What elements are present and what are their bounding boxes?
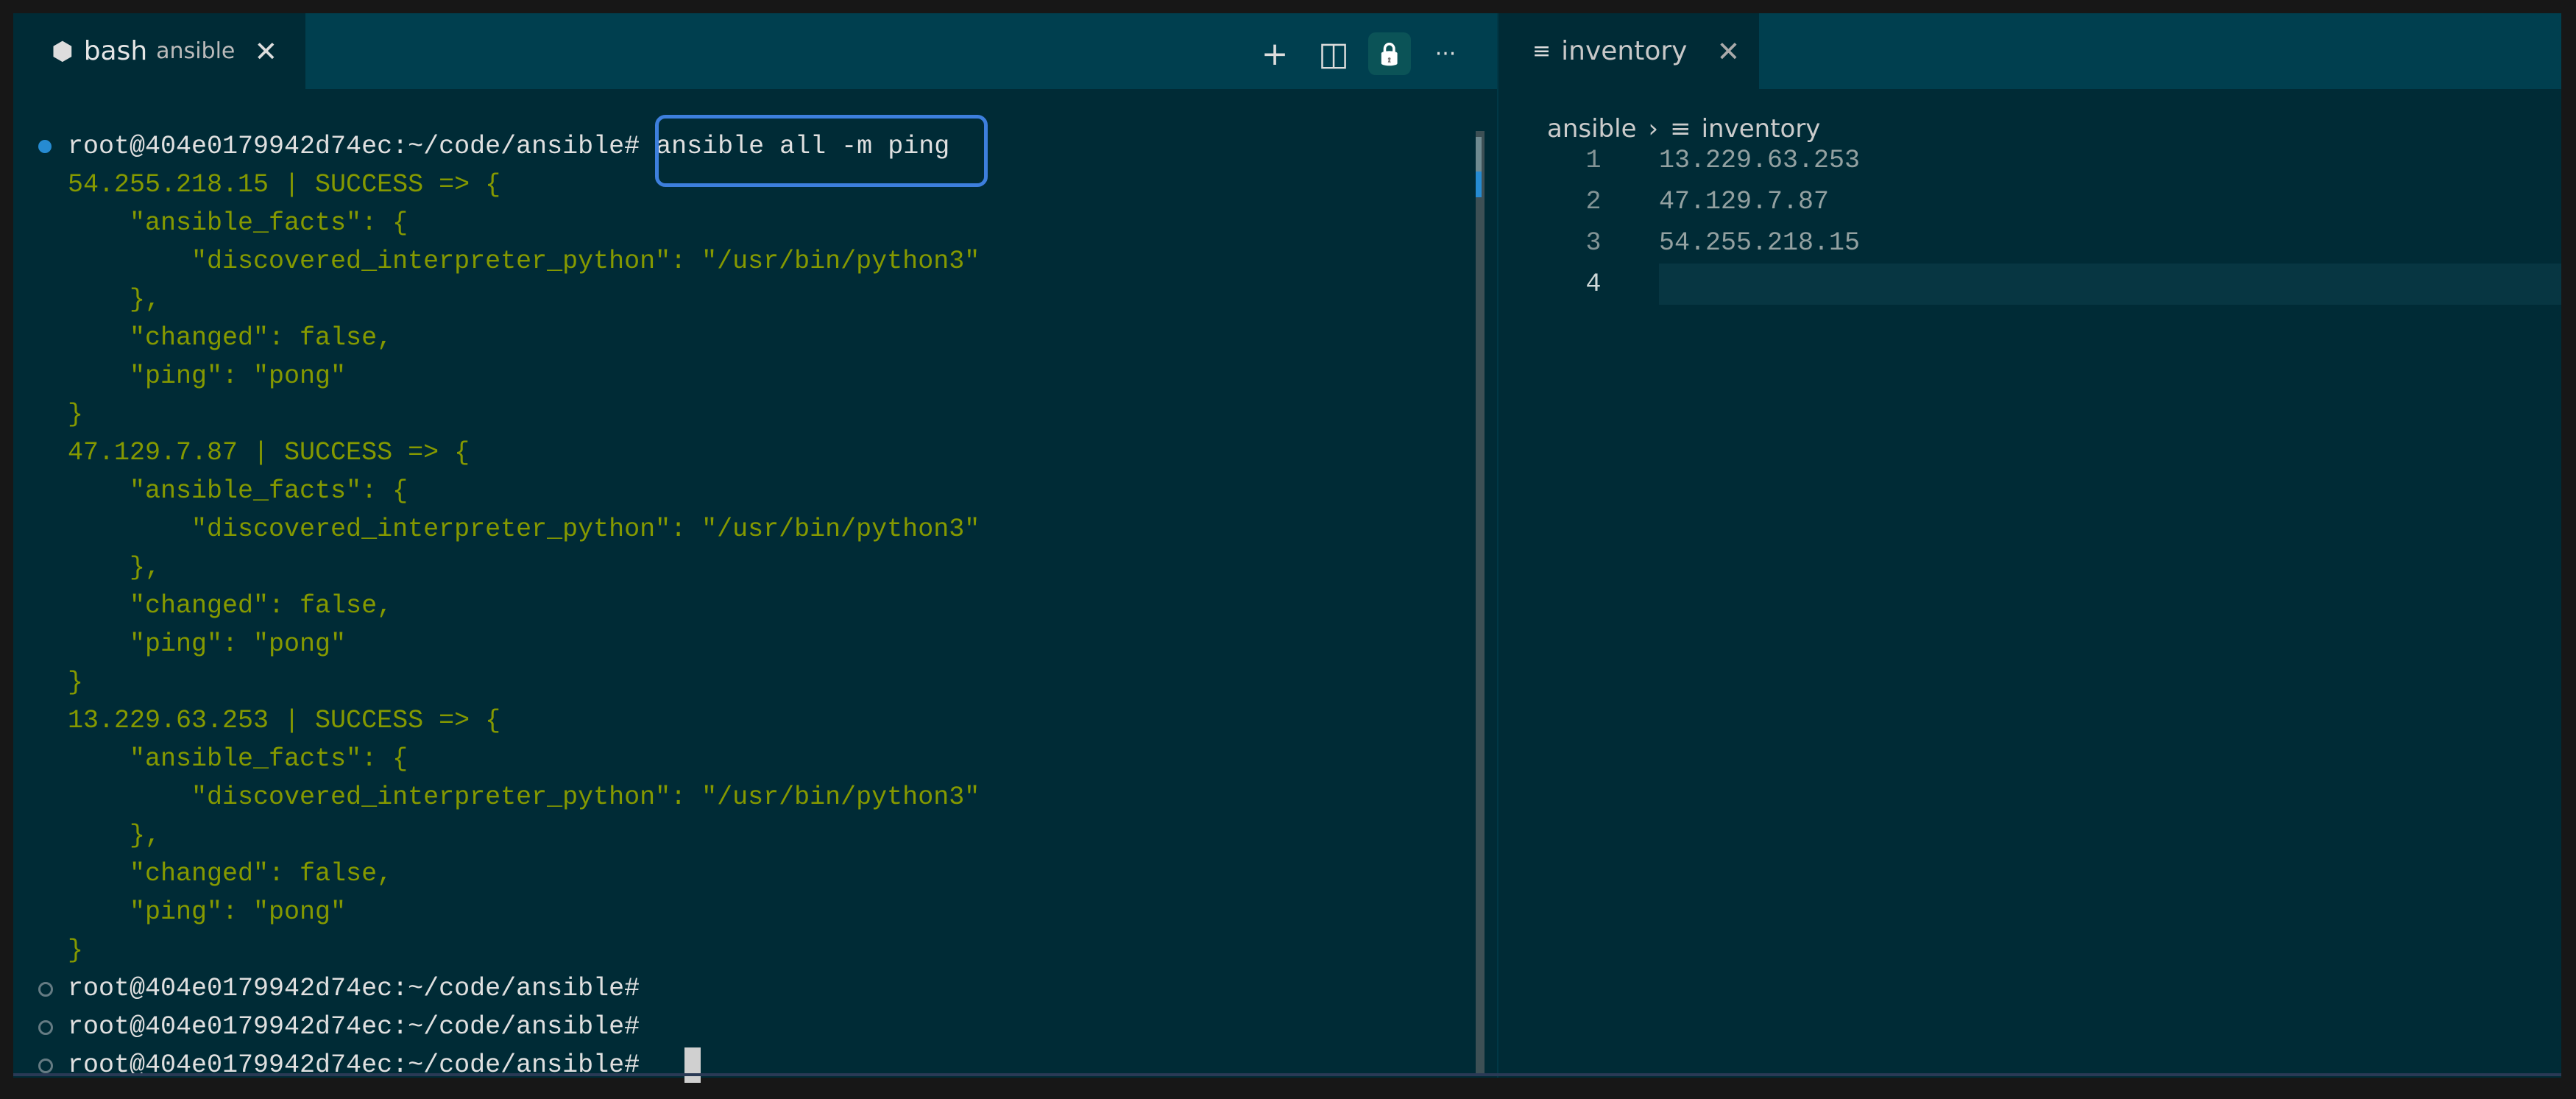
line-number: 4 <box>1585 269 1602 299</box>
file-lines-icon: ≡ <box>1532 38 1551 64</box>
current-line-highlight <box>1659 264 2561 305</box>
terminal-cursor <box>684 1047 701 1083</box>
chevron-right-icon: › <box>1648 114 1659 144</box>
output-line: 13.229.63.253 | SUCCESS => { <box>68 706 501 735</box>
new-terminal-button[interactable]: + <box>1253 32 1296 75</box>
file-lines-icon: ≡ <box>1670 114 1691 144</box>
tab-terminal-bash[interactable]: ⬢ bash ansible ✕ <box>13 13 305 89</box>
terminal-scrollbar[interactable] <box>1476 131 1485 1073</box>
lock-button[interactable]: 🔒 <box>1368 32 1411 75</box>
output-line: "ping": "pong" <box>68 361 347 391</box>
breadcrumb-file[interactable]: inventory <box>1702 114 1821 144</box>
line-number: 1 <box>1585 146 1602 175</box>
output-line: "changed": false, <box>68 323 393 353</box>
output-line: "ping": "pong" <box>68 897 347 927</box>
command-highlight-box <box>655 115 988 187</box>
ellipsis-icon: ··· <box>1434 40 1457 67</box>
output-line: "changed": false, <box>68 859 393 888</box>
more-actions-button[interactable]: ··· <box>1424 32 1467 75</box>
command-idle-circle-icon[interactable] <box>38 982 53 997</box>
split-icon: ◫ <box>1318 35 1349 73</box>
editor-pane: ≡ inventory ✕ ansible › ≡ inventory 1 13.… <box>1501 13 2561 1078</box>
line-text: 54.255.218.15 <box>1659 228 1861 258</box>
prompt-line: root@404e0179942d74ec:~/code/ansible# <box>68 974 640 1003</box>
editor-line[interactable]: 2 47.129.7.87 <box>1501 181 2561 222</box>
output-line: } <box>68 936 84 965</box>
output-line: "discovered_interpreter_python": "/usr/b… <box>68 515 980 544</box>
output-line: 47.129.7.87 | SUCCESS => { <box>68 438 470 467</box>
tab-inventory[interactable]: ≡ inventory ✕ <box>1501 13 1759 89</box>
output-line: "ansible_facts": { <box>68 744 408 774</box>
output-line: 54.255.218.15 | SUCCESS => { <box>68 170 501 199</box>
command-idle-circle-icon[interactable] <box>38 1020 53 1035</box>
plus-icon: + <box>1261 35 1289 73</box>
lock-icon: 🔒 <box>1376 40 1404 67</box>
output-line: "ansible_facts": { <box>68 208 408 238</box>
output-line: } <box>68 668 84 697</box>
scrollbar-marker <box>1476 148 1482 174</box>
close-icon[interactable]: ✕ <box>1716 35 1740 68</box>
output-line: }, <box>68 821 161 850</box>
line-text: 47.129.7.87 <box>1659 187 1830 216</box>
split-terminal-button[interactable]: ◫ <box>1312 32 1355 75</box>
close-icon[interactable]: ✕ <box>254 35 277 68</box>
output-line: "discovered_interpreter_python": "/usr/b… <box>68 782 980 812</box>
prompt-line: root@404e0179942d74ec:~/code/ansible# <box>68 1012 640 1042</box>
output-line: }, <box>68 285 161 314</box>
terminal-cube-icon: ⬢ <box>52 36 74 66</box>
editor-line[interactable]: 1 13.229.63.253 <box>1501 140 2561 181</box>
output-line: }, <box>68 553 161 582</box>
workbench: ⬢ bash ansible ✕ + ◫ 🔒 ··· root@404e0179942… <box>13 13 2561 1083</box>
editor-line[interactable]: 4 <box>1501 264 2561 305</box>
output-line: "discovered_interpreter_python": "/usr/b… <box>68 247 980 276</box>
breadcrumb-folder[interactable]: ansible <box>1547 114 1637 144</box>
line-number: 2 <box>1585 187 1602 216</box>
command-running-dot-icon[interactable] <box>38 140 52 153</box>
output-line: "ping": "pong" <box>68 629 347 659</box>
prompt-line: root@404e0179942d74ec:~/code/ansible# <box>68 1050 640 1080</box>
scrollbar-marker-active <box>1476 172 1482 197</box>
prompt-text: root@404e0179942d74ec:~/code/ansible# <box>68 132 640 161</box>
editor-line[interactable]: 3 54.255.218.15 <box>1501 222 2561 264</box>
output-line: "ansible_facts": { <box>68 476 408 506</box>
panel-bottom-border <box>13 1073 2561 1076</box>
command-idle-circle-icon[interactable] <box>38 1059 53 1073</box>
line-number: 3 <box>1585 228 1602 258</box>
line-text: 13.229.63.253 <box>1659 146 1861 175</box>
output-line: } <box>68 400 84 429</box>
terminal-output[interactable]: root@404e0179942d74ec:~/code/ansible# ans… <box>13 89 1497 1083</box>
output-line: "changed": false, <box>68 591 393 621</box>
